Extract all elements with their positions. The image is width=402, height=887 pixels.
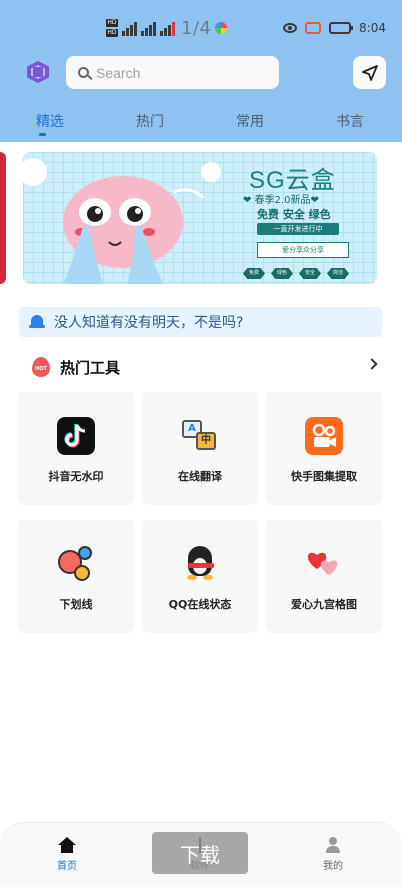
- tab-hot[interactable]: 热门: [136, 111, 164, 131]
- vibrate-icon: [305, 22, 322, 34]
- banner-tag: 绿色: [271, 268, 293, 279]
- banner-carousel[interactable]: SG云盒 ❤ 春季2.0新品❤ 免费 安全 绿色 一直开发进行中 爱分享众分享 …: [23, 152, 377, 284]
- tool-card-translate[interactable]: A 中 在线翻译: [142, 392, 258, 505]
- status-left: HD HD 1/4: [106, 14, 228, 42]
- header: HD HD 1/4 8:04 精选 热门 常用 书言: [0, 0, 402, 142]
- banner-status: 一直开发进行中: [257, 223, 339, 235]
- banner-subtitle: ❤ 春季2.0新品❤: [243, 195, 319, 206]
- notice-text: 没人知道有没有明天，不是吗?: [54, 315, 244, 331]
- kuaishou-icon: [305, 417, 343, 455]
- tool-label: 抖音无水印: [48, 470, 104, 483]
- app-logo-icon[interactable]: [27, 61, 49, 83]
- tool-label: QQ在线状态: [168, 598, 232, 611]
- signal-icon: [141, 20, 156, 36]
- active-tab-indicator: [39, 133, 46, 136]
- tool-card-qq-status[interactable]: QQ在线状态: [142, 520, 258, 633]
- tool-label: 快手图集提取: [291, 470, 357, 483]
- chevron-right-icon[interactable]: [366, 358, 378, 370]
- home-icon: [58, 837, 76, 853]
- bell-icon: [29, 314, 45, 330]
- download-toast: 下载: [152, 832, 248, 874]
- category-tabs: 精选 热门 常用 书言: [0, 108, 402, 142]
- tool-label: 在线翻译: [178, 470, 222, 483]
- hot-flame-icon: HOT: [32, 357, 50, 377]
- color-ball-icon: [215, 22, 228, 34]
- status-bar: HD HD 1/4 8:04: [0, 14, 402, 42]
- heart-icon: [306, 548, 342, 580]
- notice-bar[interactable]: 没人知道有没有明天，不是吗?: [19, 307, 382, 337]
- sim1-label: HD: [106, 19, 118, 27]
- navigation-arrow-icon: [361, 64, 378, 81]
- clock: 8:04: [359, 21, 386, 35]
- tool-card-douyin[interactable]: 抖音无水印: [18, 392, 134, 505]
- section-title: 热门工具: [60, 358, 121, 377]
- banner-tag: 简洁: [327, 268, 349, 279]
- tool-card-heart-grid[interactable]: 爱心九宫格图: [266, 520, 382, 633]
- tool-label: 爱心九宫格图: [291, 598, 357, 611]
- banner-tag: 安全: [299, 268, 321, 279]
- tool-card-underline[interactable]: 下划线: [18, 520, 134, 633]
- tab-books[interactable]: 书言: [336, 111, 364, 131]
- tool-label: 下划线: [59, 598, 93, 611]
- banner-features: 免费 安全 绿色: [257, 208, 331, 221]
- tool-card-kuaishou[interactable]: 快手图集提取: [266, 392, 382, 505]
- tiktok-icon: [57, 417, 95, 455]
- qq-penguin-icon: [185, 546, 215, 582]
- banner-tag: 免费: [243, 268, 265, 279]
- underline-icon: [58, 546, 94, 582]
- navigation-button[interactable]: [353, 56, 386, 89]
- battery-icon: [329, 22, 354, 34]
- search-input[interactable]: [96, 64, 266, 81]
- nav-home[interactable]: 首页: [37, 837, 97, 872]
- banner-title: SG云盒: [249, 167, 336, 194]
- tab-common[interactable]: 常用: [236, 111, 264, 131]
- search-bar[interactable]: [66, 56, 279, 89]
- search-icon: [78, 67, 89, 78]
- nav-label: 我的: [323, 861, 343, 872]
- banner-quote: 爱分享众分享: [257, 242, 349, 258]
- nav-label: 首页: [57, 861, 77, 872]
- status-right: 8:04: [283, 14, 386, 42]
- banner-prev-slide[interactable]: [0, 152, 6, 284]
- page-indicator: 1/4: [181, 17, 212, 39]
- section-header[interactable]: HOT 热门工具: [32, 356, 382, 378]
- tab-featured[interactable]: 精选: [36, 111, 64, 131]
- eye-icon: [283, 23, 298, 33]
- user-icon: [325, 837, 341, 853]
- nav-profile[interactable]: 我的: [303, 837, 363, 872]
- sim2-label: HD: [106, 29, 118, 37]
- signal-icon: [160, 20, 175, 36]
- signal-icon: [122, 20, 137, 36]
- banner-character-illustration: [23, 158, 221, 284]
- sim-icon: HD HD: [106, 19, 118, 37]
- banner-tags: 免费 绿色 安全 简洁: [243, 268, 349, 279]
- translate-icon: A 中: [182, 420, 218, 452]
